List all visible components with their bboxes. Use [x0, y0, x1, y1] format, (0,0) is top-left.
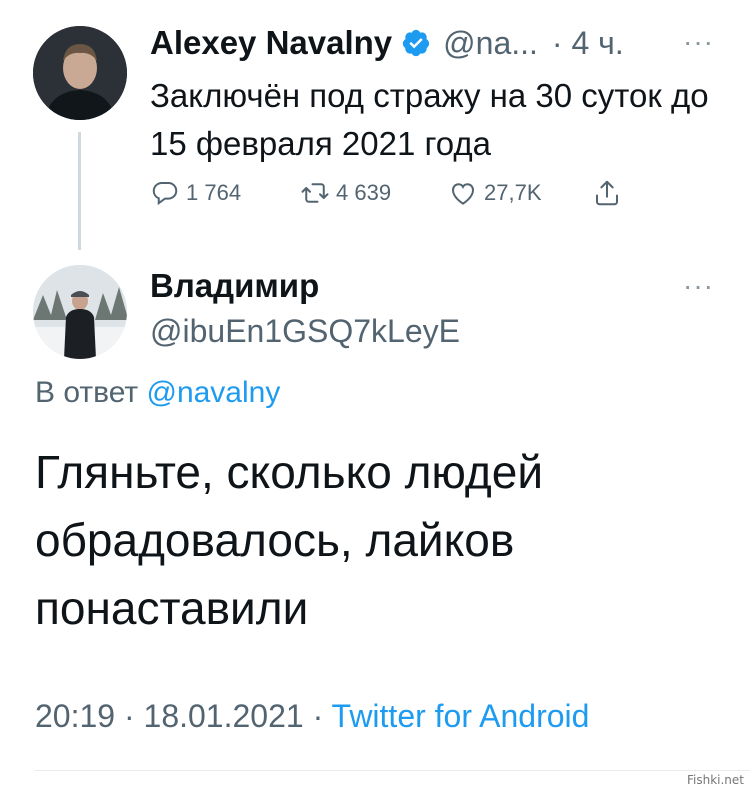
reply-count: 1 764	[186, 180, 242, 205]
thread-connector-line	[78, 132, 81, 250]
like-icon	[451, 183, 475, 205]
parent-tweet-actions: 1 764 4 639 27,7K	[150, 172, 650, 212]
share-action[interactable]	[592, 178, 622, 208]
navalny-avatar-image	[33, 26, 127, 120]
reply-icon	[152, 182, 178, 206]
vladimir-avatar-image	[33, 265, 127, 359]
retweet-count: 4 639	[336, 180, 392, 205]
vladimir-avatar[interactable]	[33, 265, 127, 359]
reply-action[interactable]: 1 764	[150, 178, 241, 208]
parent-tweet-time[interactable]: · 4 ч.	[552, 25, 624, 62]
reply-prefix: В ответ	[35, 376, 139, 409]
parent-author-handle[interactable]: @na...	[443, 25, 538, 62]
like-action[interactable]: 27,7K	[448, 178, 542, 208]
more-icon[interactable]: ···	[683, 26, 714, 58]
like-count: 27,7K	[484, 180, 542, 205]
reply-context: В ответ @navalny	[35, 376, 280, 410]
tweet-time[interactable]: 20:19	[35, 698, 115, 734]
meta-separator: ·	[312, 698, 324, 734]
tweet-metadata: 20:19 · 18.01.2021 · Twitter for Android	[35, 698, 589, 735]
verified-badge-icon	[403, 29, 430, 57]
meta-separator: ·	[123, 698, 135, 734]
parent-tweet-header: Alexey Navalny @na... · 4 ч.	[150, 20, 624, 66]
watermark: Fishki.net	[684, 773, 746, 787]
parent-tweet-text: Заключён под стражу на 30 суток до 15 фе…	[150, 77, 709, 162]
tweet-source-link[interactable]: Twitter for Android	[332, 698, 590, 734]
more-icon[interactable]: ···	[683, 270, 714, 302]
share-icon	[596, 180, 618, 206]
reply-mention-link[interactable]: @navalny	[146, 376, 280, 409]
tweet-date[interactable]: 18.01.2021	[144, 698, 304, 734]
parent-author-name[interactable]: Alexey Navalny	[150, 24, 392, 62]
retweet-action[interactable]: 4 639	[300, 178, 391, 208]
reply-tweet-text: Гляньте, сколько людей обрадовалось, лай…	[35, 446, 544, 634]
reply-author-handle[interactable]: @ibuEn1GSQ7kLeyE	[150, 313, 460, 350]
retweet-icon	[301, 183, 329, 203]
reply-author-name[interactable]: Владимир	[150, 267, 319, 305]
navalny-avatar[interactable]	[33, 26, 127, 120]
divider	[35, 770, 750, 771]
